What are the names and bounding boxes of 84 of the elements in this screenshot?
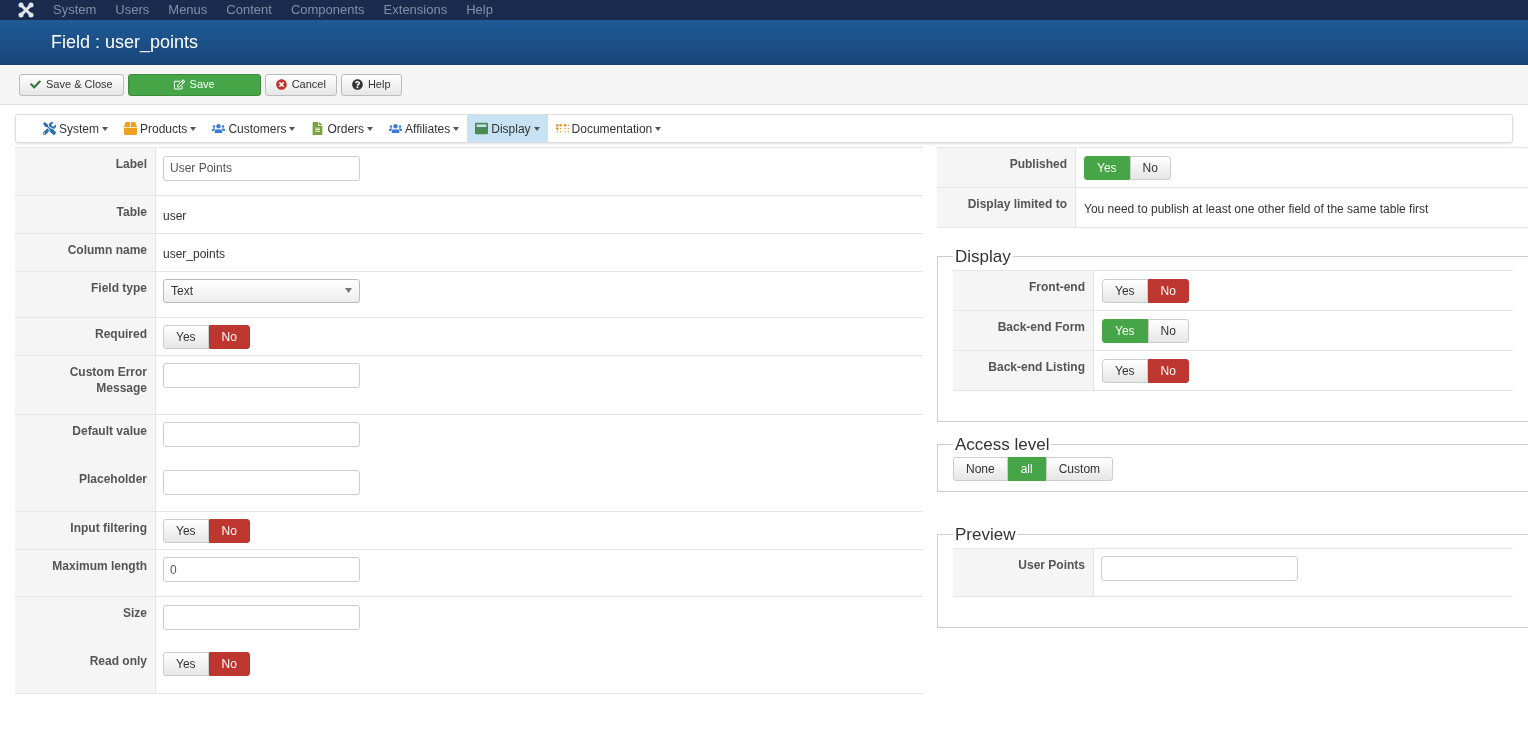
toolbar-button[interactable]: Help — [340, 73, 402, 96]
edit-icon — [173, 79, 185, 90]
toggle-option[interactable]: Yes — [163, 518, 209, 543]
toolbar-button[interactable]: Cancel — [264, 73, 337, 96]
field-label: Published — [1008, 156, 1067, 172]
text-input-field[interactable]: User Points — [163, 155, 360, 181]
toggle-option[interactable]: No — [208, 324, 250, 349]
caret-icon — [289, 126, 296, 131]
submenu-item[interactable]: Affiliates — [381, 115, 468, 142]
toggle-option[interactable]: No — [1147, 278, 1189, 303]
field-label: Display limited to — [966, 196, 1067, 212]
tools-icon — [43, 122, 56, 135]
menu-item[interactable]: System — [53, 0, 97, 20]
field-value: You need to publish at least one other field of the same table first — [1084, 201, 1429, 216]
people-icon — [212, 122, 226, 135]
section-title: Preview — [954, 524, 1017, 546]
field-label: Front-end — [1028, 278, 1085, 295]
toggle-option[interactable]: Custom — [1045, 457, 1114, 481]
field-label: Back-end Form — [996, 318, 1085, 335]
field-label: Input filtering — [69, 519, 147, 536]
field-label: Size — [122, 605, 147, 621]
field-label: Placeholder — [77, 470, 147, 487]
field-label: Label — [114, 156, 147, 172]
text-input-field[interactable] — [163, 604, 360, 630]
field-label: Required — [94, 325, 147, 342]
field-label: Read only — [88, 653, 147, 669]
field-label: Back-end Listing — [987, 358, 1085, 375]
dots-icon — [555, 122, 569, 135]
field-value: user — [163, 207, 187, 223]
toggle-option[interactable]: No — [1147, 318, 1189, 343]
text-input-field[interactable] — [1101, 556, 1298, 581]
text-input-field[interactable] — [163, 470, 360, 495]
toggle-option[interactable]: No — [1129, 156, 1171, 180]
field-label: Table — [115, 203, 147, 220]
toggle-option[interactable]: Yes — [163, 652, 209, 676]
toggle-option[interactable]: None — [953, 457, 1008, 481]
field-label: Default value — [71, 422, 147, 439]
submenu-item[interactable]: Display — [467, 115, 548, 142]
submenu-item[interactable]: Orders — [303, 115, 382, 142]
submenu-item[interactable]: Documentation — [547, 115, 670, 142]
help-icon — [351, 79, 363, 90]
toggle-option[interactable]: Yes — [1102, 278, 1148, 303]
menu-item[interactable]: Content — [226, 0, 272, 20]
text-input-field[interactable]: 0 — [163, 557, 360, 582]
field-value: user_points — [163, 245, 226, 261]
submenu-item[interactable]: Customers — [204, 115, 304, 142]
page-title: Field : user_points — [51, 31, 199, 55]
submenu-item[interactable]: System — [35, 115, 116, 142]
dropdown-caret-icon — [345, 288, 352, 293]
caret-icon — [190, 126, 197, 131]
caret-icon — [367, 126, 374, 131]
menu-item[interactable]: Menus — [168, 0, 208, 20]
menu-item[interactable]: Extensions — [383, 0, 448, 20]
check-icon — [30, 79, 41, 90]
window-icon — [475, 122, 489, 135]
logo-icon — [18, 2, 34, 18]
caret-icon — [533, 126, 540, 131]
field-label: User Points — [1017, 556, 1085, 573]
field-label: Field type — [90, 279, 147, 296]
caret-icon — [102, 126, 108, 131]
toggle-option[interactable]: Yes — [163, 324, 209, 349]
toggle-option[interactable]: Yes — [1102, 358, 1148, 383]
caret-icon — [655, 126, 662, 131]
people-icon — [389, 122, 403, 135]
caret-icon — [453, 126, 460, 131]
submenu-item[interactable]: Products — [116, 115, 205, 142]
field-label: Custom Error Message — [68, 363, 147, 396]
text-input-field[interactable] — [163, 422, 360, 447]
document-icon — [311, 122, 325, 135]
select-field[interactable]: Text — [163, 278, 360, 303]
text-input-field[interactable] — [163, 363, 360, 388]
section-title: Access level — [954, 433, 1051, 456]
box-icon — [124, 122, 137, 135]
section-title: Display — [954, 246, 1012, 268]
close-icon — [275, 79, 287, 90]
toolbar-button[interactable]: Save & Close — [19, 73, 124, 96]
menu-item[interactable]: Help — [466, 0, 493, 20]
field-label: Maximum length — [51, 557, 147, 574]
menu-item[interactable]: Components — [290, 0, 365, 20]
toggle-option[interactable]: No — [1147, 358, 1189, 383]
field-label: Column name — [66, 241, 147, 258]
menu-item[interactable]: Users — [115, 0, 150, 20]
toggle-option[interactable]: No — [208, 518, 250, 543]
toggle-option[interactable]: No — [208, 652, 250, 676]
